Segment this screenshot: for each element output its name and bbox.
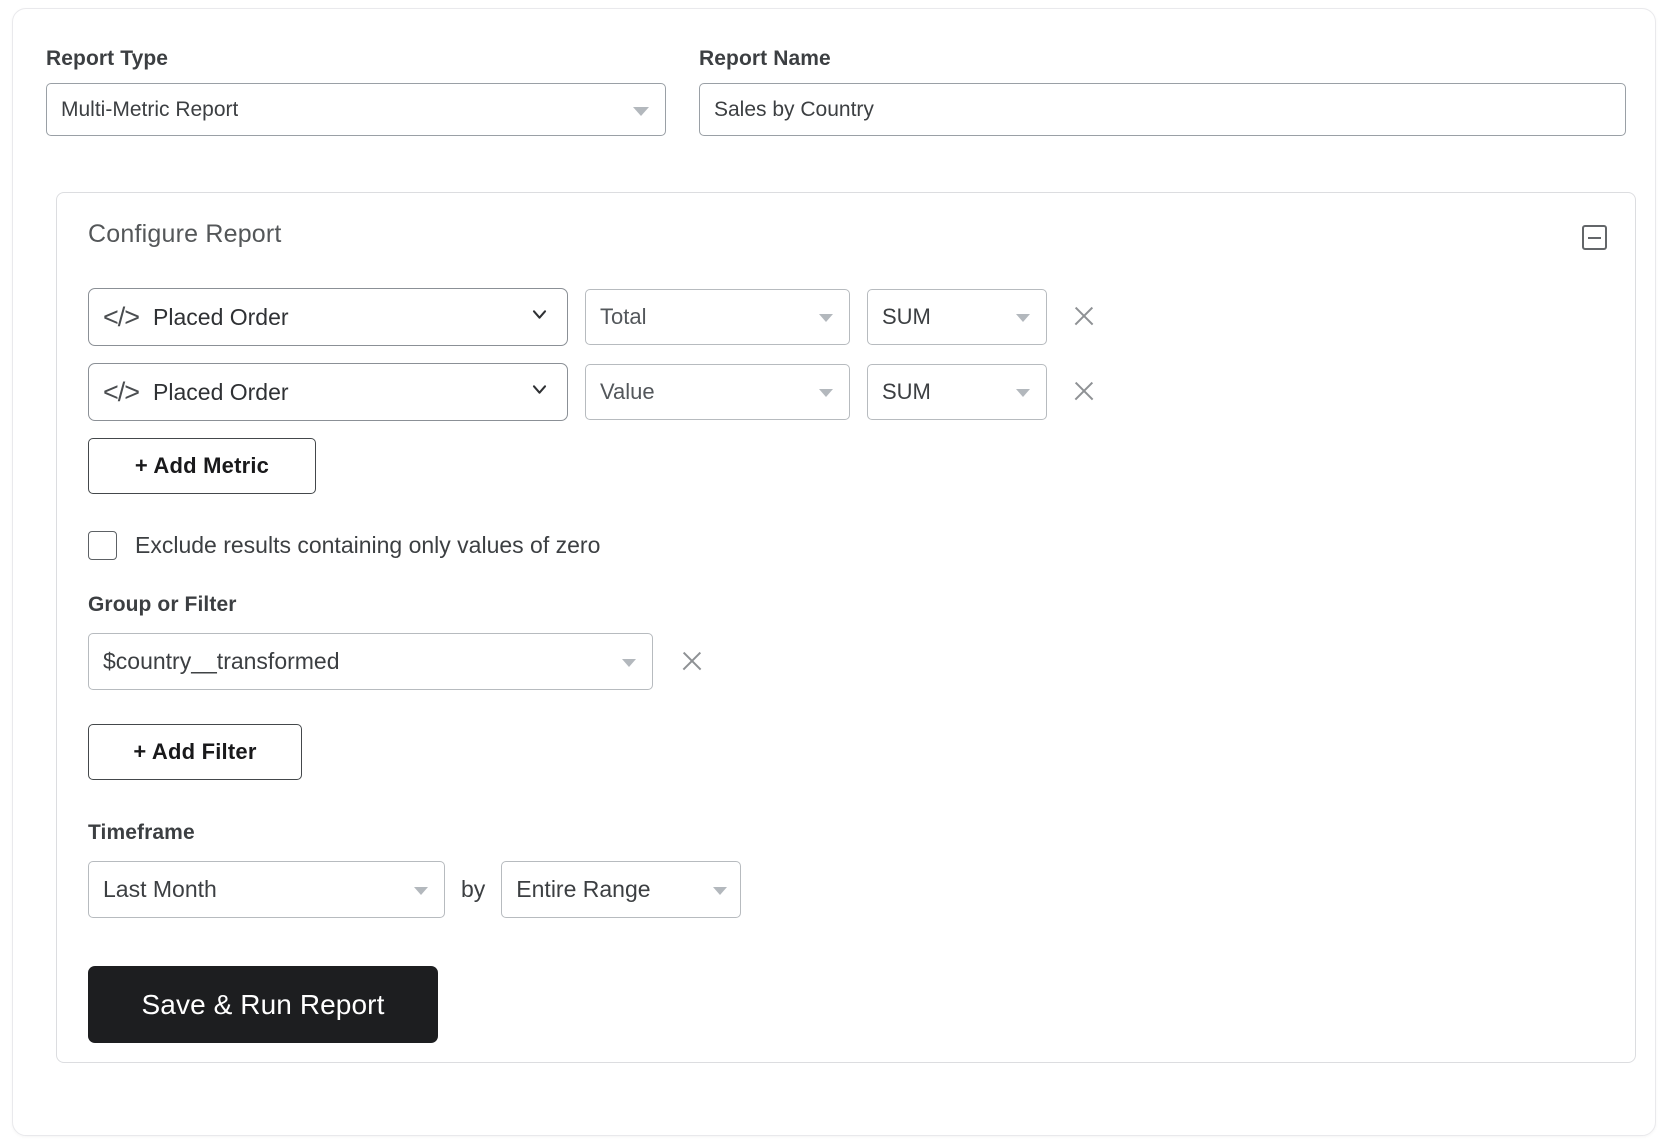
chevron-down-icon	[713, 887, 727, 895]
metric-property-value: Total	[600, 304, 646, 330]
chevron-down-icon	[1016, 389, 1030, 397]
box-minus-icon[interactable]	[1582, 225, 1607, 250]
remove-metric-button[interactable]	[1069, 302, 1099, 332]
timeframe-by-text: by	[461, 876, 485, 903]
metric-aggregation-value: SUM	[882, 304, 931, 330]
chevron-down-icon	[530, 305, 549, 324]
metric-event-select[interactable]: </> Placed Order	[88, 288, 568, 346]
metric-aggregation-value: SUM	[882, 379, 931, 405]
remove-filter-button[interactable]	[677, 647, 707, 677]
timeframe-label: Timeframe	[88, 821, 195, 845]
metric-aggregation-select[interactable]: SUM	[867, 289, 1047, 345]
report-name-input[interactable]: Sales by Country	[699, 83, 1626, 136]
timeframe-interval-value: Entire Range	[516, 876, 650, 903]
report-builder-card: Report Type Multi-Metric Report Report N…	[12, 8, 1656, 1136]
chevron-down-icon	[633, 107, 649, 116]
timeframe-row: Last Month by Entire Range	[88, 861, 741, 918]
configure-report-title: Configure Report	[88, 220, 282, 249]
top-fields-row: Report Type Multi-Metric Report Report N…	[46, 47, 1626, 136]
metric-event-value: Placed Order	[153, 379, 289, 406]
metric-aggregation-select[interactable]: SUM	[867, 364, 1047, 420]
chevron-down-icon	[1016, 314, 1030, 322]
chevron-down-icon	[530, 380, 549, 399]
report-type-value: Multi-Metric Report	[61, 98, 238, 122]
timeframe-range-value: Last Month	[103, 876, 217, 903]
group-or-filter-value: $country__transformed	[103, 648, 340, 675]
save-and-run-report-button[interactable]: Save & Run Report	[88, 966, 438, 1043]
minus-glyph	[1588, 237, 1601, 239]
chevron-down-icon	[819, 314, 833, 322]
group-or-filter-select[interactable]: $country__transformed	[88, 633, 653, 690]
code-icon: </>	[103, 377, 139, 408]
metric-event-select[interactable]: </> Placed Order	[88, 363, 568, 421]
report-type-select[interactable]: Multi-Metric Report	[46, 83, 666, 136]
metric-property-select[interactable]: Total	[585, 289, 850, 345]
metric-event-value: Placed Order	[153, 304, 289, 331]
chevron-down-icon	[622, 659, 636, 667]
metric-property-select[interactable]: Value	[585, 364, 850, 420]
filter-row: $country__transformed	[88, 633, 707, 690]
exclude-zero-row: Exclude results containing only values o…	[88, 531, 600, 560]
report-name-label: Report Name	[699, 47, 1626, 71]
code-icon: </>	[103, 302, 139, 333]
metric-row: </> Placed Order Total SUM	[88, 288, 1099, 346]
exclude-zero-checkbox[interactable]	[88, 531, 117, 560]
configure-report-panel: Configure Report </> Placed Order Total …	[56, 192, 1636, 1063]
metric-row: </> Placed Order Value SUM	[88, 363, 1099, 421]
timeframe-range-select[interactable]: Last Month	[88, 861, 445, 918]
chevron-down-icon	[819, 389, 833, 397]
group-or-filter-label: Group or Filter	[88, 593, 237, 617]
report-name-value: Sales by Country	[714, 98, 874, 122]
remove-metric-button[interactable]	[1069, 377, 1099, 407]
metric-property-value: Value	[600, 379, 655, 405]
chevron-down-icon	[414, 887, 428, 895]
add-metric-button[interactable]: + Add Metric	[88, 438, 316, 494]
report-type-label: Report Type	[46, 47, 666, 71]
exclude-zero-label: Exclude results containing only values o…	[135, 532, 600, 559]
report-name-field: Report Name Sales by Country	[699, 47, 1626, 136]
add-filter-button[interactable]: + Add Filter	[88, 724, 302, 780]
report-type-field: Report Type Multi-Metric Report	[46, 47, 666, 136]
timeframe-interval-select[interactable]: Entire Range	[501, 861, 741, 918]
